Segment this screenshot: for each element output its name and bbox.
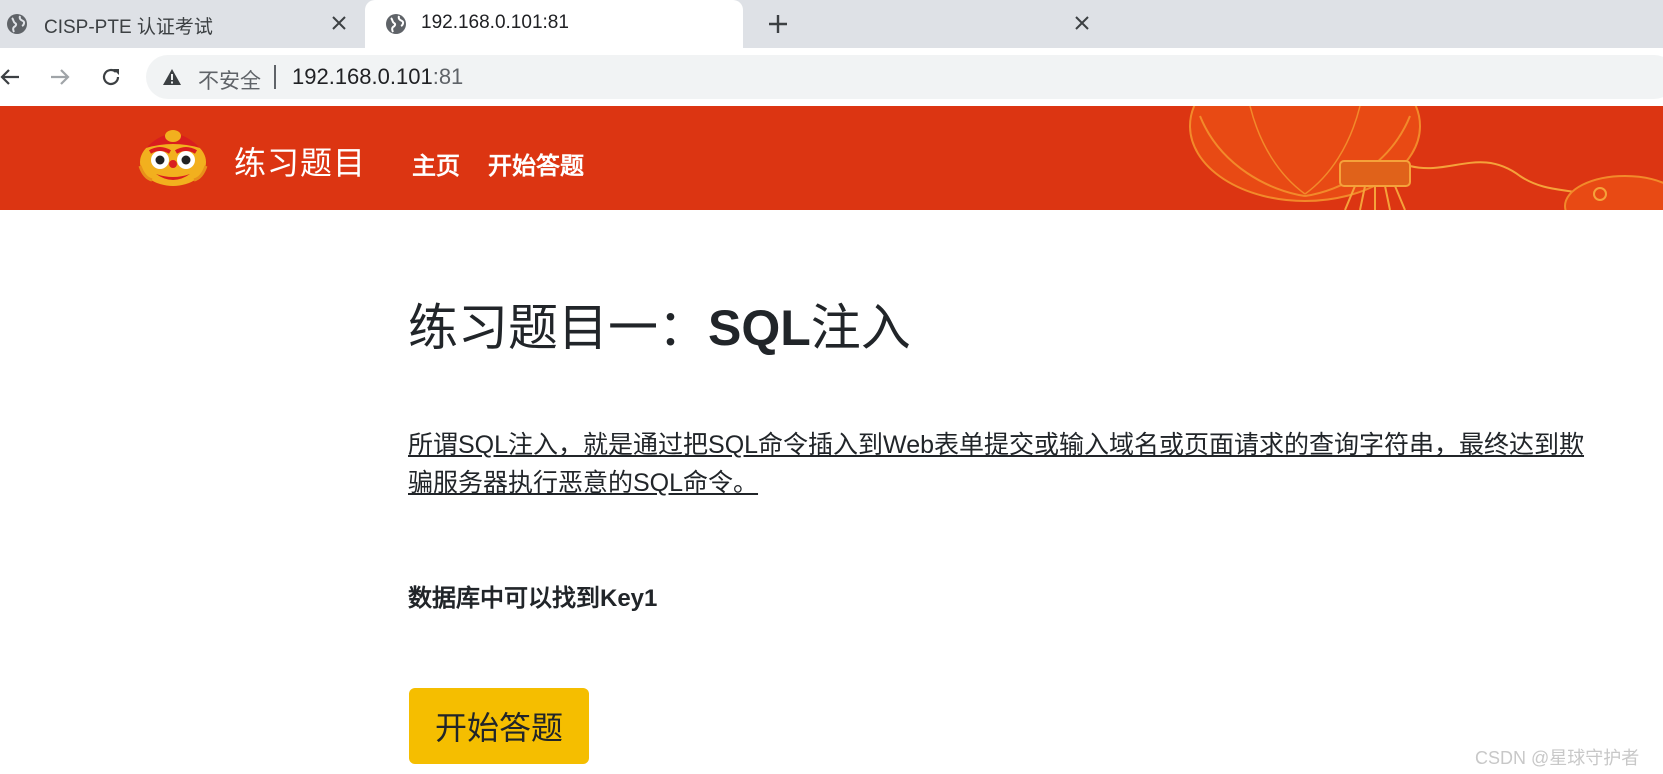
browser-toolbar: 不安全 192.168.0.101:81	[0, 48, 1663, 106]
url-port: :81	[432, 64, 464, 89]
hint-text: 数据库中可以找到Key1	[408, 585, 658, 612]
close-icon[interactable]	[1069, 10, 1095, 36]
tab-title: CISP-PTE 认证考试	[44, 17, 213, 38]
address-bar[interactable]: 不安全 192.168.0.101:81	[146, 55, 1663, 99]
tab-current[interactable]: 192.168.0.101:81	[365, 0, 1089, 48]
intro-text: 所谓SQL注入，就是通过把SQL命令插入到Web表单提交或输入域名或页面请求的查…	[408, 431, 1585, 497]
forward-arrow-icon[interactable]	[44, 61, 76, 93]
new-tab-icon[interactable]	[762, 8, 794, 40]
nav-home-link[interactable]: 主页	[412, 146, 460, 181]
url-host: 192.168.0.101	[292, 64, 433, 89]
reload-icon[interactable]	[95, 61, 127, 93]
tab-strip: CISP-PTE 认证考试 192.168.0.101:81	[0, 0, 1663, 48]
separator	[274, 65, 276, 89]
page-title-prefix: 练习题目一：	[408, 300, 708, 356]
globe-icon	[7, 14, 27, 34]
nav-start-quiz-link[interactable]: 开始答题	[488, 146, 584, 181]
site-title[interactable]: 练习题目	[234, 138, 366, 184]
close-icon[interactable]	[326, 10, 352, 36]
page-title-suffix: 注入	[810, 300, 911, 356]
page-title-sql: SQL	[708, 300, 811, 356]
url-text[interactable]: 192.168.0.101:81	[292, 64, 463, 90]
watermark: CSDN @星球守护者	[1475, 748, 1640, 768]
tab-title: 192.168.0.101:81	[421, 12, 569, 33]
tab-cisp-pte[interactable]: CISP-PTE 认证考试	[0, 0, 360, 48]
lantern-decoration-icon	[1189, 106, 1663, 210]
globe-icon	[386, 14, 406, 34]
page-title: 练习题目一：SQL注入	[408, 288, 911, 360]
start-quiz-button[interactable]: 开始答题	[409, 688, 589, 764]
security-label[interactable]: 不安全	[198, 65, 261, 95]
back-arrow-icon[interactable]	[0, 61, 26, 93]
site-header: 练习题目 主页 开始答题	[0, 106, 1663, 210]
warning-icon[interactable]	[162, 67, 182, 87]
lion-mascot-logo-icon[interactable]	[138, 126, 208, 190]
